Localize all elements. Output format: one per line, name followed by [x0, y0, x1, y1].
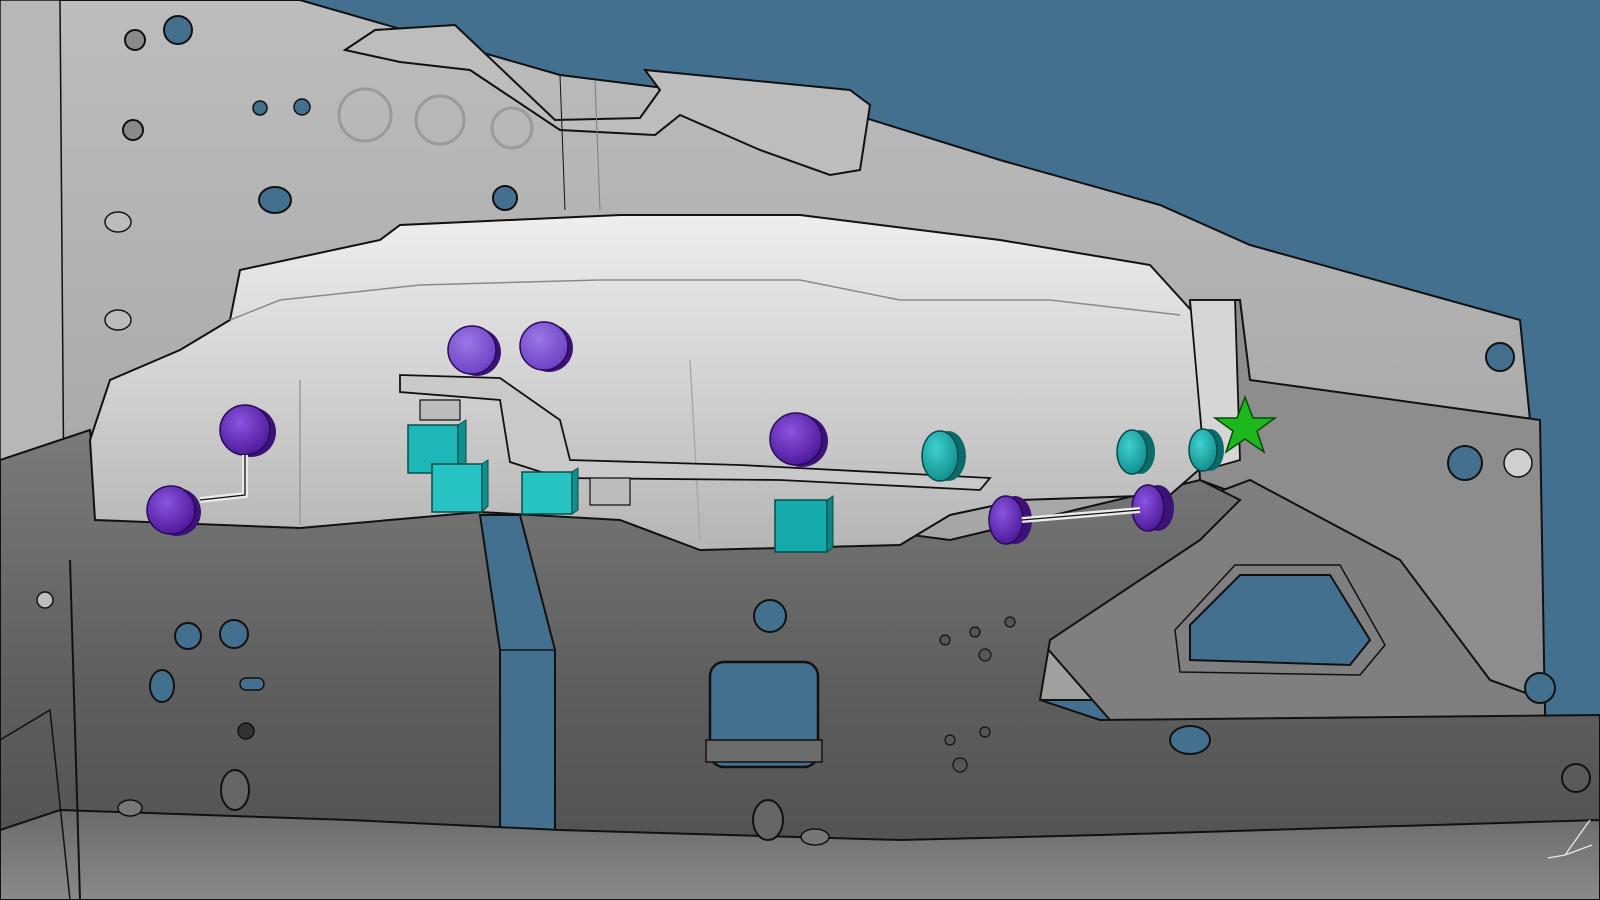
oval-hole — [104, 211, 132, 233]
slot-hole — [239, 677, 265, 691]
round-hole — [1561, 763, 1591, 793]
round-hole — [252, 100, 268, 116]
round-hole — [258, 186, 292, 214]
teal-spot-weld-icon — [1116, 429, 1155, 475]
round-hole — [124, 29, 146, 51]
oval-hole — [104, 309, 132, 331]
teal-adhesive-pad-icon — [521, 467, 579, 515]
round-hole — [219, 619, 249, 649]
round-hole — [1524, 672, 1556, 704]
round-hole — [1485, 342, 1515, 372]
round-hole — [174, 622, 202, 650]
teal-adhesive-pad-icon — [774, 495, 834, 553]
oval-hole — [1169, 725, 1211, 755]
oval-hole — [800, 828, 830, 846]
round-hole — [237, 722, 255, 740]
round-hole — [1503, 448, 1533, 478]
round-hole — [492, 185, 518, 211]
teal-spot-weld-icon — [1188, 428, 1224, 472]
round-hole — [293, 98, 311, 116]
round-hole — [1447, 445, 1483, 481]
round-hole — [753, 599, 787, 633]
oval-hole — [117, 799, 143, 817]
3d-viewport[interactable] — [0, 0, 1600, 900]
round-hole — [122, 119, 144, 141]
teal-spot-weld-icon — [921, 430, 966, 482]
teal-adhesive-pad-icon — [431, 459, 489, 514]
cad-scene[interactable] — [0, 0, 1600, 900]
round-hole — [163, 15, 193, 45]
oval-hole — [220, 769, 250, 811]
oval-hole — [752, 799, 784, 841]
oval-hole — [149, 669, 175, 703]
